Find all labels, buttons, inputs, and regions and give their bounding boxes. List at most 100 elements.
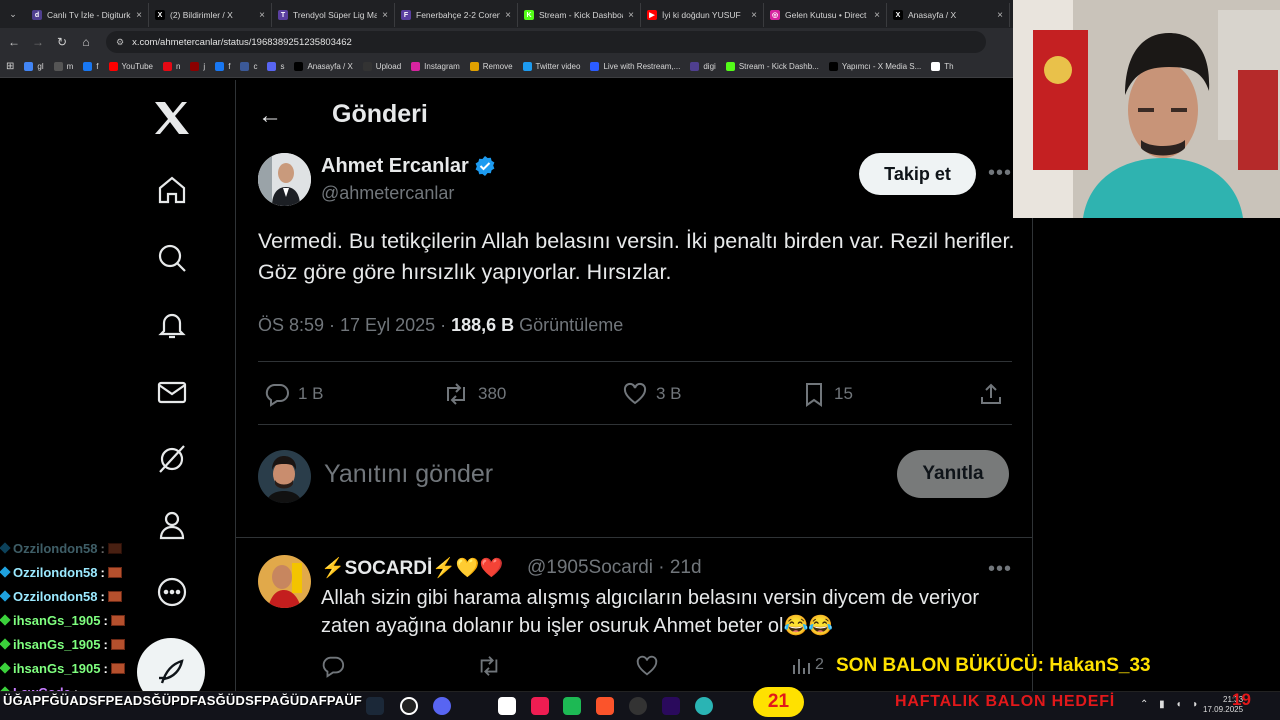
reply-button[interactable]: Yanıtla (897, 450, 1009, 498)
reload-icon[interactable]: ↻ (54, 34, 70, 50)
bookmark-item[interactable]: gl (24, 62, 44, 71)
chat-username: Ozzilondon58 (13, 564, 98, 580)
author-name[interactable]: Ahmet Ercanlar (321, 155, 469, 178)
browser-tab[interactable]: d Canlı Tv İzle - Digiturk × (26, 3, 149, 27)
steam-icon[interactable] (366, 697, 384, 715)
like-action[interactable]: 3 B (622, 376, 682, 412)
grok-nav-icon[interactable] (130, 437, 214, 481)
chatgpt-icon[interactable] (400, 697, 418, 715)
tab-close-icon[interactable]: × (874, 10, 880, 21)
brave-icon[interactable] (596, 697, 614, 715)
bookmark-item[interactable]: Th (931, 62, 954, 71)
reply-author-name[interactable]: ⚡SOCARDİ⚡💛❤️ (321, 556, 503, 580)
bookmark-item[interactable]: Yapımcı - X Media S... (828, 62, 921, 71)
system-tray[interactable]: ⌃ ▮ ◖ ◗ (1140, 699, 1202, 710)
bookmark-item[interactable]: f (215, 62, 230, 71)
reply-icon[interactable] (321, 654, 345, 678)
browser-tab[interactable]: X (2) Bildirimler / X × (149, 3, 272, 27)
more-options-icon[interactable]: ••• (988, 162, 1012, 185)
repost-action[interactable]: 380 (442, 376, 506, 412)
bookmark-label: Th (944, 62, 954, 71)
follow-button[interactable]: Takip et (859, 153, 976, 195)
author-handle[interactable]: @ahmetercanlar (321, 183, 454, 204)
reply-count: 1 B (298, 384, 324, 403)
tiktok-icon[interactable] (531, 697, 549, 715)
url-field[interactable]: ⚙ x.com/ahmetercanlar/status/19683892512… (106, 31, 986, 53)
chat-emote-icon (110, 614, 125, 626)
discord-icon[interactable] (433, 697, 451, 715)
browser-tab[interactable]: T Trendyol Süper Lig Ma × (272, 3, 395, 27)
more-nav-icon[interactable] (130, 570, 214, 614)
my-avatar (258, 450, 311, 503)
tab-favicon-icon: d (32, 10, 42, 20)
author-avatar[interactable] (258, 153, 311, 206)
app-icon[interactable] (563, 697, 581, 715)
reply-more-icon[interactable]: ••• (988, 558, 1012, 581)
bookmark-item[interactable]: Instagram (411, 62, 460, 71)
app-icon[interactable] (498, 697, 516, 715)
back-arrow-icon[interactable]: ← (6, 34, 22, 50)
tab-close-icon[interactable]: × (136, 10, 142, 21)
bookmark-item[interactable]: s (267, 62, 284, 71)
tab-label: Stream - Kick Dashboard (539, 10, 623, 20)
reply-author-handle[interactable]: @1905Socardi · 21d (527, 557, 702, 579)
repost-icon[interactable] (476, 654, 502, 678)
browser-tab[interactable]: K Stream - Kick Dashboard × (518, 3, 641, 27)
reply-action[interactable]: 1 B (264, 376, 324, 412)
reply-input[interactable]: Yanıtını gönder (324, 460, 493, 489)
chat-separator: : (103, 636, 108, 652)
site-info-icon[interactable]: ⚙ (116, 37, 124, 48)
4k-icon[interactable] (629, 697, 647, 715)
tab-close-icon[interactable]: × (505, 10, 511, 21)
bookmark-label: Instagram (424, 62, 460, 71)
bookmark-item[interactable]: Live with Restream,... (590, 62, 680, 71)
tab-label: Gelen Kutusu • Direct (785, 10, 867, 20)
tab-close-icon[interactable]: × (997, 10, 1003, 21)
reply-avatar[interactable] (258, 555, 311, 608)
messages-nav-icon[interactable] (130, 370, 214, 414)
premiere-icon[interactable] (662, 697, 680, 715)
bookmark-item[interactable]: Stream - Kick Dashb... (725, 62, 819, 71)
tab-close-icon[interactable]: × (382, 10, 388, 21)
apps-grid-icon[interactable]: ⊞ (6, 61, 14, 72)
divider (258, 424, 1012, 425)
browser-tab[interactable]: ◎ Gelen Kutusu • Direct × (764, 3, 887, 27)
home-icon[interactable]: ⌂ (78, 34, 94, 50)
browser-tab[interactable]: X Anasayfa / X × (887, 3, 1010, 27)
bookmark-action[interactable]: 15 (802, 376, 853, 412)
tab-close-icon[interactable]: × (751, 10, 757, 21)
post-views: 188,6 B (451, 315, 515, 335)
chat-separator: : (103, 660, 108, 676)
tab-close-icon[interactable]: × (259, 10, 265, 21)
app-icon[interactable] (695, 697, 713, 715)
tab-search-icon[interactable]: ⌄ (0, 0, 26, 28)
forward-arrow-icon[interactable]: → (30, 34, 46, 50)
chat-separator: : (100, 540, 105, 556)
profile-nav-icon[interactable] (130, 503, 214, 547)
bookmark-item[interactable]: n (162, 62, 180, 71)
explore-nav-icon[interactable] (130, 236, 214, 280)
bookmark-item[interactable]: m (53, 62, 73, 71)
bookmark-item[interactable]: Twitter video (522, 62, 580, 71)
heart-icon[interactable] (635, 654, 659, 678)
back-arrow-icon[interactable]: ← (258, 102, 286, 130)
views-chart-icon[interactable] (791, 656, 811, 676)
bookmark-item[interactable]: Upload (362, 62, 401, 71)
post-time[interactable]: ÖS 8:59 · 17 Eyl 2025 · (258, 315, 451, 335)
goal-counter: 19 (1232, 690, 1251, 709)
tab-close-icon[interactable]: × (628, 10, 634, 21)
bookmark-item[interactable]: f (83, 62, 99, 71)
bookmark-item[interactable]: YouTube (108, 62, 153, 71)
home-nav-icon[interactable] (130, 168, 214, 212)
stream-chat-overlay: Ozzilondon58: Ozzilondon58: Ozzilondon58: i… (0, 536, 140, 700)
browser-tab[interactable]: ▶ İyi ki doğdun YUSUF × (641, 3, 764, 27)
notifications-nav-icon[interactable] (130, 303, 214, 347)
bookmark-item[interactable]: j (190, 62, 205, 71)
bookmark-item[interactable]: Remove (469, 62, 513, 71)
browser-tab[interactable]: F Fenerbahçe 2-2 Corendon × (395, 3, 518, 27)
x-logo-icon[interactable] (130, 96, 214, 140)
share-action[interactable] (978, 376, 1004, 412)
bookmark-item[interactable]: digi (690, 62, 716, 71)
bookmark-item[interactable]: c (240, 62, 257, 71)
bookmark-item[interactable]: Anasayfa / X (294, 62, 353, 71)
